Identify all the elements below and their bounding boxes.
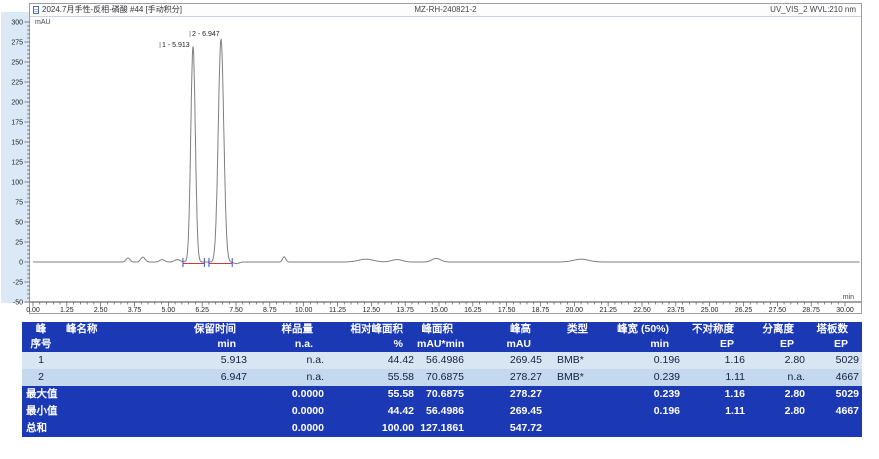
result-cell: 56.4986 — [417, 352, 467, 369]
summary-row: 总和0.0000100.00127.1861547.72 — [22, 420, 862, 437]
summary-cell: 0.0000 — [250, 403, 327, 420]
column-header: EP — [808, 337, 862, 352]
summary-cell: 2.80 — [748, 403, 808, 420]
column-header — [545, 337, 610, 352]
result-cell: 6.947 — [170, 369, 250, 386]
result-cell: 1.11 — [683, 369, 748, 386]
result-cell: 269.45 — [467, 352, 545, 369]
result-cell: 1.16 — [683, 352, 748, 369]
summary-cell — [610, 420, 683, 437]
detector-channel: UV_VIS_2 WVL:210 nm — [770, 4, 856, 15]
summary-cell: 56.4986 — [417, 403, 467, 420]
result-cell — [60, 352, 170, 369]
summary-label: 总和 — [22, 420, 250, 437]
summary-cell: 5029 — [808, 386, 862, 403]
column-header: 相对峰面积 — [327, 322, 417, 337]
column-header: min — [610, 337, 683, 352]
result-cell: 70.6875 — [417, 369, 467, 386]
peak-result-row[interactable]: 26.947n.a.55.5870.6875278.27BMB*0.2391.1… — [22, 369, 862, 386]
column-header: n.a. — [250, 337, 327, 352]
chromatogram-title: 2024.7月手性-反相-磷酸 #44 [手动积分] — [42, 4, 182, 15]
summary-cell — [545, 403, 610, 420]
column-header: mAU*min — [417, 337, 467, 352]
summary-row: 最小值0.000044.4256.4986269.45 0.1961.112.80… — [22, 403, 862, 420]
column-header: 峰 — [22, 322, 60, 337]
results-table: 峰峰名称保留时间样品量相对峰面积峰面积峰高类型峰宽 (50%)不对称度分离度塔板… — [22, 322, 862, 437]
y-axis-strip — [1, 12, 29, 303]
column-header: 样品量 — [250, 322, 327, 337]
column-header: 峰宽 (50%) — [610, 322, 683, 337]
result-cell: 5.913 — [170, 352, 250, 369]
column-header: 峰名称 — [60, 322, 170, 337]
summary-cell: 547.72 — [467, 420, 545, 437]
result-cell: n.a. — [250, 369, 327, 386]
summary-cell — [545, 420, 610, 437]
result-cell: BMB* — [545, 352, 610, 369]
table-header-row: 序号minn.a.%mAU*minmAUminEPEPEP — [22, 337, 862, 352]
summary-cell: 0.196 — [610, 403, 683, 420]
peak-result-row[interactable]: 1 5.913n.a.44.4256.4986269.45BMB*0.1961.1… — [22, 352, 862, 369]
result-cell: 5029 — [808, 352, 862, 369]
column-header: EP — [683, 337, 748, 352]
summary-cell — [683, 420, 748, 437]
column-header: 类型 — [545, 322, 610, 337]
column-header: EP — [748, 337, 808, 352]
result-cell: 4667 — [808, 369, 862, 386]
result-cell: 2 — [22, 369, 60, 386]
summary-cell: 4667 — [808, 403, 862, 420]
column-header: min — [170, 337, 250, 352]
summary-cell: 278.27 — [467, 386, 545, 403]
summary-label: 最大值 — [22, 386, 250, 403]
summary-row: 最大值0.000055.5870.6875278.27 0.2391.162.80… — [22, 386, 862, 403]
summary-cell: 100.00 — [327, 420, 417, 437]
sample-name: MZ-RH-240821-2 — [230, 4, 661, 15]
chromatogram-plot-area[interactable] — [30, 16, 860, 302]
result-cell: 55.58 — [327, 369, 417, 386]
summary-cell: 269.45 — [467, 403, 545, 420]
result-cell: 0.239 — [610, 369, 683, 386]
column-header: 序号 — [22, 337, 60, 352]
result-cell: n.a. — [748, 369, 808, 386]
chromatogram-header-left: 2024.7月手性-反相-磷酸 #44 [手动积分] — [33, 4, 182, 15]
results-table-container: 峰峰名称保留时间样品量相对峰面积峰面积峰高类型峰宽 (50%)不对称度分离度塔板… — [22, 322, 862, 437]
summary-cell: 55.58 — [327, 386, 417, 403]
column-header: % — [327, 337, 417, 352]
summary-cell — [545, 386, 610, 403]
result-cell: 278.27 — [467, 369, 545, 386]
summary-cell: 1.16 — [683, 386, 748, 403]
result-cell: 0.196 — [610, 352, 683, 369]
summary-cell: 0.0000 — [250, 386, 327, 403]
summary-cell: 127.1861 — [417, 420, 467, 437]
table-header-row: 峰峰名称保留时间样品量相对峰面积峰面积峰高类型峰宽 (50%)不对称度分离度塔板… — [22, 322, 862, 337]
column-header: 峰高 — [467, 322, 545, 337]
application-window: 2024.7月手性-反相-磷酸 #44 [手动积分] MZ-RH-240821-… — [0, 0, 879, 459]
column-header: mAU — [467, 337, 545, 352]
column-header: 保留时间 — [170, 322, 250, 337]
summary-cell: 1.11 — [683, 403, 748, 420]
column-header: 不对称度 — [683, 322, 748, 337]
column-header: 分离度 — [748, 322, 808, 337]
summary-cell: 2.80 — [748, 386, 808, 403]
summary-cell — [808, 420, 862, 437]
result-cell: 1 — [22, 352, 60, 369]
result-cell — [60, 369, 170, 386]
summary-cell: 0.239 — [610, 386, 683, 403]
column-header — [60, 337, 170, 352]
column-header: 塔板数 — [808, 322, 862, 337]
summary-cell: 0.0000 — [250, 420, 327, 437]
result-cell: 2.80 — [748, 352, 808, 369]
result-cell: BMB* — [545, 369, 610, 386]
result-cell: n.a. — [250, 352, 327, 369]
summary-cell: 70.6875 — [417, 386, 467, 403]
column-header: 峰面积 — [417, 322, 467, 337]
summary-label: 最小值 — [22, 403, 250, 420]
summary-cell — [748, 420, 808, 437]
summary-cell: 44.42 — [327, 403, 417, 420]
result-cell: 44.42 — [327, 352, 417, 369]
document-icon — [33, 6, 39, 14]
